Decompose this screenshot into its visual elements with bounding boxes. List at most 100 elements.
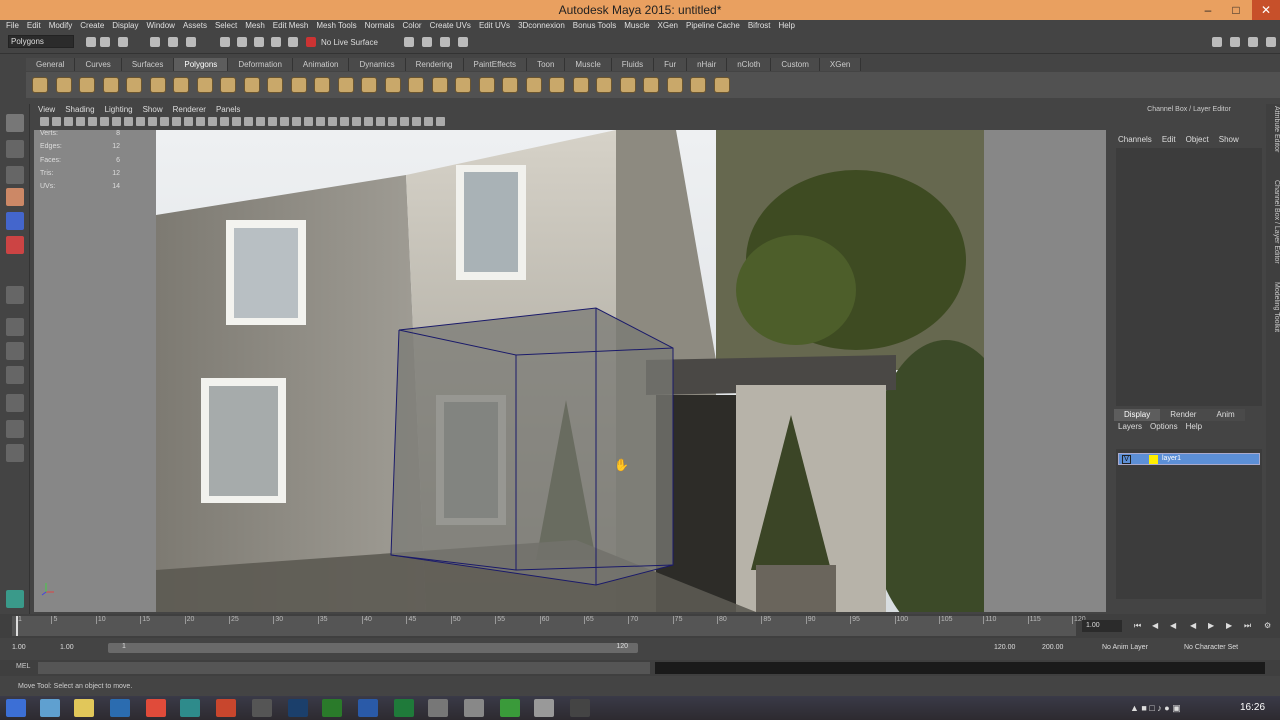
menu-edit[interactable]: Edit (27, 20, 41, 32)
menu-window[interactable]: Window (147, 20, 175, 32)
menu-bifrost[interactable]: Bifrost (748, 20, 771, 32)
render-frame-icon[interactable] (422, 37, 432, 47)
paint-select-icon[interactable] (6, 166, 24, 184)
shelf-tool-icon[interactable] (384, 77, 401, 93)
menu-edit-uvs[interactable]: Edit UVs (479, 20, 510, 32)
shelf-tool-icon[interactable] (55, 77, 72, 93)
photoshop-icon[interactable] (288, 699, 308, 717)
show-manipulator-icon[interactable] (6, 286, 24, 304)
shelf-tool-icon[interactable] (32, 77, 48, 93)
shelf-tool-icon[interactable] (79, 77, 95, 93)
shelf-tool-icon[interactable] (361, 77, 377, 93)
current-frame-field[interactable]: 1.00 (1082, 620, 1122, 632)
shelf-tool-icon[interactable] (267, 77, 283, 93)
minimize-button[interactable]: – (1194, 0, 1222, 20)
viewport-toolbar-icon[interactable] (436, 117, 445, 126)
viewport-toolbar-icon[interactable] (172, 117, 181, 126)
layer-tab-anim[interactable]: Anim (1206, 409, 1245, 421)
snap-live-icon[interactable] (288, 37, 298, 47)
playback-start-field[interactable]: 1.00 (60, 642, 74, 654)
select-component-icon[interactable] (186, 37, 196, 47)
viewport-toolbar-icon[interactable] (184, 117, 193, 126)
menu-normals[interactable]: Normals (365, 20, 395, 32)
shelf-tool-icon[interactable] (102, 77, 119, 93)
layer-color-swatch[interactable] (1149, 455, 1158, 464)
layer-tab-render[interactable]: Render (1160, 409, 1207, 421)
shelf-tool-icon[interactable] (478, 77, 495, 93)
viewport-toolbar-icon[interactable] (352, 117, 361, 126)
layer-menu-options[interactable]: Options (1150, 422, 1178, 431)
shelf-tool-icon[interactable] (596, 77, 612, 93)
viewport-toolbar-icon[interactable] (208, 117, 217, 126)
layout-uv-icon[interactable] (6, 444, 24, 462)
close-button[interactable]: ✕ (1252, 0, 1280, 20)
layer-menu-layers[interactable]: Layers (1118, 422, 1142, 431)
viewport-menu-lighting[interactable]: Lighting (105, 104, 133, 116)
shelf-tool-icon[interactable] (713, 77, 730, 93)
shelf-tool-icon[interactable] (126, 77, 142, 93)
shelf-tool-icon[interactable] (408, 77, 424, 93)
shelf-tab-nhair[interactable]: nHair (687, 58, 728, 71)
chrome-icon[interactable] (146, 699, 166, 717)
anim-start-field[interactable]: 1.00 (12, 642, 26, 654)
menu-display[interactable]: Display (112, 20, 138, 32)
app-icon-5[interactable] (464, 699, 484, 717)
shelf-tool-icon[interactable] (549, 77, 565, 93)
viewport-toolbar-icon[interactable] (256, 117, 265, 126)
current-time-marker[interactable] (16, 616, 18, 636)
shelf-tab-fluids[interactable]: Fluids (611, 58, 655, 71)
menu-pipeline-cache[interactable]: Pipeline Cache (686, 20, 740, 32)
menu-file[interactable]: File (6, 20, 19, 32)
shelf-tab-rendering[interactable]: Rendering (405, 58, 464, 71)
viewport-toolbar-icon[interactable] (112, 117, 121, 126)
viewport-toolbar-icon[interactable] (232, 117, 241, 126)
menu-mesh[interactable]: Mesh (245, 20, 265, 32)
shelf-tool-icon[interactable] (149, 77, 166, 93)
shelf-tab-polygons[interactable]: Polygons (174, 58, 229, 71)
shelf-tab-ncloth[interactable]: nCloth (727, 58, 772, 71)
shelf-tab-toon[interactable]: Toon (527, 58, 566, 71)
channel-box-panel[interactable] (1116, 148, 1262, 406)
viewport-toolbar-icon[interactable] (412, 117, 421, 126)
maya-icon[interactable] (180, 699, 200, 717)
layer-row[interactable]: V layer1 (1118, 453, 1260, 465)
render-settings-icon[interactable] (458, 37, 468, 47)
scale-tool-icon[interactable] (6, 236, 24, 254)
shelf-tool-icon[interactable] (572, 77, 589, 93)
acrobat-icon[interactable] (216, 699, 236, 717)
viewport-toolbar-icon[interactable] (148, 117, 157, 126)
shelf-tab-xgen[interactable]: XGen (819, 58, 862, 71)
new-scene-icon[interactable] (86, 37, 96, 47)
menu-create-uvs[interactable]: Create UVs (430, 20, 471, 32)
menu-set-dropdown[interactable]: Polygons (8, 35, 74, 48)
shelf-tool-icon[interactable] (666, 77, 683, 93)
shelf-tab-curves[interactable]: Curves (75, 58, 122, 71)
app-icon-7[interactable] (534, 699, 554, 717)
menu-bonus-tools[interactable]: Bonus Tools (573, 20, 616, 32)
anim-end-field[interactable]: 200.00 (1042, 642, 1063, 654)
viewport-toolbar-icon[interactable] (328, 117, 337, 126)
viewport-toolbar-icon[interactable] (316, 117, 325, 126)
shelf-tab-painteffects[interactable]: PaintEffects (463, 58, 528, 71)
viewport-toolbar-icon[interactable] (304, 117, 313, 126)
viewport-menu-show[interactable]: Show (143, 104, 163, 116)
lasso-tool-icon[interactable] (6, 140, 24, 158)
viewport-toolbar-icon[interactable] (388, 117, 397, 126)
layout-four-icon[interactable] (6, 342, 24, 360)
layer-menu-help[interactable]: Help (1186, 422, 1202, 431)
show-tool-settings-icon[interactable] (1230, 37, 1240, 47)
shelf-tool-icon[interactable] (643, 77, 659, 93)
go-to-end-icon[interactable]: ⏭ (1244, 622, 1252, 630)
shelf-tab-fur[interactable]: Fur (654, 58, 688, 71)
menu-modify[interactable]: Modify (49, 20, 73, 32)
snap-point-icon[interactable] (254, 37, 264, 47)
snap-view-icon[interactable] (271, 37, 281, 47)
shelf-tool-icon[interactable] (220, 77, 236, 93)
shelf-tab-dynamics[interactable]: Dynamics (349, 58, 406, 71)
shelf-tool-icon[interactable] (525, 77, 542, 93)
character-set-dropdown[interactable]: No Character Set (1184, 642, 1238, 654)
viewport-toolbar-icon[interactable] (244, 117, 253, 126)
menu-help[interactable]: Help (779, 20, 795, 32)
layout-graph-icon[interactable] (6, 394, 24, 412)
script-language-label[interactable]: MEL (16, 663, 30, 670)
